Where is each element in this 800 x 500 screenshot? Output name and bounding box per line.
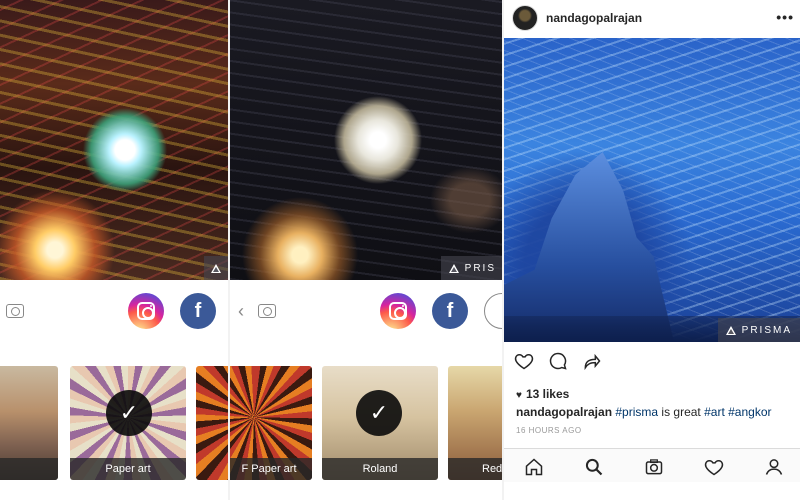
caption-text-3[interactable]: #art	[704, 405, 725, 419]
prisma-text: PRISMA	[741, 324, 792, 336]
camera-icon[interactable]	[644, 457, 664, 477]
facebook-share-button[interactable]: f	[432, 293, 468, 329]
prisma-watermark: PRISMA	[717, 318, 800, 342]
caption-text-2: is great	[658, 405, 705, 419]
filter-strip: and ✓ Paper art	[0, 366, 228, 480]
temple-silhouette	[504, 152, 674, 342]
small-heart-icon: ♥	[516, 390, 522, 401]
filter-thumbnail-selected[interactable]: ✓ Paper art	[70, 366, 186, 480]
filter-strip: F Paper art ✓ Roland Red	[230, 366, 504, 480]
post-username[interactable]: nandagopalrajan	[546, 11, 642, 25]
back-chevron-icon[interactable]: ‹	[238, 302, 244, 320]
instagram-share-button[interactable]	[128, 293, 164, 329]
filter-label: and	[0, 458, 58, 480]
caption-text-5[interactable]: #angkor	[728, 405, 771, 419]
post-caption: nandagopalrajan #prisma is great #art #a…	[516, 405, 800, 419]
post-timestamp: 16 HOURS AGO	[516, 426, 582, 435]
filter-thumbnail[interactable]: Red	[448, 366, 504, 480]
filter-thumbnail-selected[interactable]: ✓ Roland	[322, 366, 438, 480]
instagram-share-button[interactable]	[380, 293, 416, 329]
like-heart-icon[interactable]	[514, 351, 534, 371]
search-icon[interactable]	[584, 457, 604, 477]
prisma-text: PRIS	[464, 262, 496, 274]
filter-thumbnail[interactable]	[196, 366, 228, 480]
share-arrow-icon[interactable]	[582, 351, 602, 371]
filter-label: Paper art	[70, 458, 186, 480]
instagram-icon	[389, 302, 407, 320]
post-actions	[504, 342, 800, 378]
prisma-watermark: PRIS	[440, 256, 504, 280]
filter-thumbnail[interactable]: and	[0, 366, 58, 480]
more-options-icon[interactable]: •••	[776, 9, 794, 25]
divider	[502, 0, 504, 500]
heart-icon[interactable]	[704, 457, 724, 477]
prisma-screen-left: f and ✓ Paper art	[0, 0, 228, 500]
instagram-post: nandagopalrajan ••• PRISMA ♥ 13 likes nan…	[504, 0, 800, 500]
post-image[interactable]: PRISMA	[504, 38, 800, 342]
likes-count[interactable]: ♥ 13 likes	[516, 387, 569, 401]
check-icon: ✓	[356, 390, 402, 436]
facebook-share-button[interactable]: f	[180, 293, 216, 329]
facebook-icon: f	[194, 299, 202, 322]
home-icon[interactable]	[524, 457, 544, 477]
camera-icon[interactable]	[258, 304, 276, 318]
filter-thumbnail[interactable]: F Paper art	[230, 366, 312, 480]
prisma-triangle-icon	[211, 263, 221, 273]
prisma-triangle-icon	[725, 325, 736, 335]
prisma-screen-middle: PRIS ‹ f F Paper art ✓ Roland Red	[230, 0, 504, 500]
stylized-photo	[0, 0, 228, 280]
bottom-nav	[504, 448, 800, 482]
filter-label: Roland	[322, 458, 438, 480]
post-header: nandagopalrajan •••	[504, 0, 800, 38]
filter-label: Red	[448, 458, 504, 480]
caption-text-1[interactable]: #prisma	[615, 405, 658, 419]
check-icon: ✓	[106, 390, 152, 436]
facebook-icon: f	[446, 299, 454, 322]
stylized-photo: PRIS	[230, 0, 504, 280]
prisma-triangle-icon	[448, 263, 459, 273]
filter-label: F Paper art	[230, 458, 312, 480]
comment-icon[interactable]	[548, 351, 568, 371]
profile-icon[interactable]	[764, 457, 784, 477]
caption-username[interactable]: nandagopalrajan	[516, 405, 612, 419]
camera-icon[interactable]	[6, 304, 24, 318]
avatar[interactable]	[512, 5, 538, 31]
prisma-watermark	[204, 256, 228, 280]
instagram-icon	[137, 302, 155, 320]
